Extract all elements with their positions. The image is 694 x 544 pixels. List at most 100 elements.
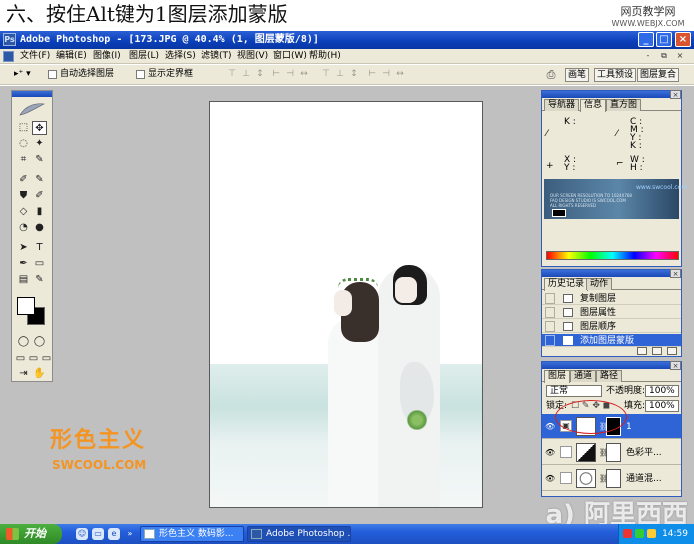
quicklaunch-more-icon[interactable]: » xyxy=(124,528,136,540)
navigator-thumbnail[interactable]: OUR SCREEN RESOLUTION TO 1024X768 FAQ DE… xyxy=(544,179,687,219)
document-minimize-button[interactable]: - xyxy=(642,50,654,62)
distribute-vcenter-icon[interactable]: ⊥ xyxy=(334,69,346,80)
tab-layer-comps[interactable]: 图层复合 xyxy=(637,68,680,82)
history-item[interactable]: 复制图层 xyxy=(542,292,681,305)
feather-logo-icon[interactable] xyxy=(18,101,46,117)
blend-mode-select[interactable]: 正常 xyxy=(546,385,602,397)
tray-antivirus-icon[interactable] xyxy=(623,529,632,538)
distribute-top-icon[interactable]: ⊤ xyxy=(320,69,332,80)
eye-icon[interactable]: 👁 xyxy=(545,474,557,483)
eyedropper-tool-icon[interactable]: ✎ xyxy=(32,273,47,287)
eraser-tool-icon[interactable]: ◇ xyxy=(16,205,31,219)
opacity-input[interactable]: 100% xyxy=(645,385,679,397)
marquee-tool-icon[interactable]: ⬚ xyxy=(16,121,31,135)
panel-header[interactable]: × xyxy=(542,90,681,99)
foreground-color-swatch[interactable] xyxy=(17,297,35,315)
gradient-tool-icon[interactable]: ▮ xyxy=(32,205,47,219)
hand-zoom-tool-icon[interactable]: ✋ xyxy=(32,367,47,381)
align-left-icon[interactable]: ⊢ xyxy=(270,69,282,80)
align-right-icon[interactable]: ↔ xyxy=(298,69,310,80)
history-item[interactable]: 图层顺序 xyxy=(542,320,681,333)
document-canvas[interactable] xyxy=(209,101,483,508)
history-item-selected[interactable]: 添加图层蒙版 xyxy=(542,334,681,347)
history-source-box[interactable] xyxy=(545,293,555,304)
minimize-button[interactable]: _ xyxy=(638,32,654,47)
menu-help[interactable]: 帮助(H) xyxy=(309,50,341,63)
standard-mode-icon[interactable]: ◯ xyxy=(16,335,31,349)
tab-navigator[interactable]: 导航器 xyxy=(544,99,580,111)
menu-layer[interactable]: 图层(L) xyxy=(129,50,159,63)
show-bounds-checkbox[interactable] xyxy=(136,70,145,79)
blur-tool-icon[interactable]: ◔ xyxy=(16,221,31,235)
tab-brushes[interactable]: 画笔 xyxy=(565,68,590,82)
tab-layers[interactable]: 图层 xyxy=(544,370,571,383)
menu-view[interactable]: 视图(V) xyxy=(237,50,268,63)
tab-histogram[interactable]: 直方图 xyxy=(606,99,642,111)
menu-edit[interactable]: 编辑(E) xyxy=(56,50,87,63)
align-bottom-icon[interactable]: ↕ xyxy=(254,69,266,80)
eye-icon[interactable]: 👁 xyxy=(545,448,557,457)
move-tool-icon[interactable]: ✥ xyxy=(32,121,47,135)
align-top-icon[interactable]: ⊤ xyxy=(226,69,238,80)
path-selection-icon[interactable]: ➤ xyxy=(16,241,31,255)
distribute-bottom-icon[interactable]: ↕ xyxy=(348,69,360,80)
close-button[interactable]: × xyxy=(675,32,691,47)
distribute-left-icon[interactable]: ⊢ xyxy=(366,69,378,80)
history-source-box[interactable] xyxy=(545,307,555,318)
task-browser[interactable]: 形色主义 数码影... xyxy=(140,526,244,542)
crop-tool-icon[interactable]: ⌗ xyxy=(16,153,31,167)
healing-brush-icon[interactable]: ✐ xyxy=(16,173,31,187)
history-source-box[interactable] xyxy=(545,335,555,346)
eye-icon[interactable]: 👁 xyxy=(545,422,557,431)
layer-mask-thumbnail[interactable] xyxy=(606,469,621,488)
quick-mask-mode-icon[interactable]: ◯ xyxy=(32,335,47,349)
maximize-button[interactable]: □ xyxy=(656,32,672,47)
align-hcenter-icon[interactable]: ⊣ xyxy=(284,69,296,80)
panel-header[interactable]: × xyxy=(542,361,681,370)
shape-tool-icon[interactable]: ▭ xyxy=(32,257,47,271)
layer-mask-thumbnail[interactable] xyxy=(606,443,621,462)
tab-paths[interactable]: 路径 xyxy=(596,370,623,382)
menu-file[interactable]: 文件(F) xyxy=(20,50,50,63)
start-button[interactable]: 开始 xyxy=(0,524,62,544)
document-close-button[interactable]: × xyxy=(674,50,686,62)
menu-image[interactable]: 图像(I) xyxy=(93,50,121,63)
fill-input[interactable]: 100% xyxy=(645,400,679,412)
document-restore-button[interactable]: ⧉ xyxy=(658,50,670,62)
align-vcenter-icon[interactable]: ⊥ xyxy=(240,69,252,80)
full-screen-mode-icon[interactable]: ▭ xyxy=(39,352,54,366)
type-tool-icon[interactable]: T xyxy=(32,241,47,255)
lasso-tool-icon[interactable]: ◌ xyxy=(16,137,31,151)
quicklaunch-messenger-icon[interactable]: ☺ xyxy=(76,528,88,540)
tab-info[interactable]: 信息 xyxy=(580,99,607,112)
tab-channels[interactable]: 通道 xyxy=(570,370,597,382)
distribute-right-icon[interactable]: ↔ xyxy=(394,69,406,80)
dodge-tool-icon[interactable]: ● xyxy=(32,221,47,235)
clone-stamp-icon[interactable]: ⛊ xyxy=(16,189,31,203)
auto-select-checkbox[interactable] xyxy=(48,70,57,79)
panel-header[interactable]: × xyxy=(542,269,681,278)
brush-tool-icon[interactable]: ✎ xyxy=(32,173,47,187)
clock[interactable]: 14:59 xyxy=(662,527,688,541)
pen-tool-icon[interactable]: ✒ xyxy=(16,257,31,271)
notes-tool-icon[interactable]: ▤ xyxy=(16,273,31,287)
menu-select[interactable]: 选择(S) xyxy=(165,50,196,63)
magic-wand-tool-icon[interactable]: ✦ xyxy=(32,137,47,151)
layer-row[interactable]: 👁 ⛓ 色彩平... xyxy=(542,440,681,465)
history-source-box[interactable] xyxy=(545,321,555,332)
new-snapshot-icon[interactable] xyxy=(637,347,647,355)
color-spectrum-bar[interactable] xyxy=(546,251,679,260)
menu-window[interactable]: 窗口(W) xyxy=(273,50,307,63)
history-brush-icon[interactable]: ✐ xyxy=(32,189,47,203)
quicklaunch-desktop-icon[interactable]: ▭ xyxy=(92,528,104,540)
tab-tool-presets[interactable]: 工具预设 xyxy=(594,68,637,82)
tray-network-icon[interactable] xyxy=(635,529,644,538)
layer-row[interactable]: 👁 ⛓ 通道混... xyxy=(542,466,681,491)
new-document-icon[interactable] xyxy=(652,347,662,355)
trash-icon[interactable] xyxy=(667,347,677,355)
tray-volume-icon[interactable] xyxy=(647,529,656,538)
slice-tool-icon[interactable]: ✎ xyxy=(32,153,47,167)
tab-history[interactable]: 历史记录 xyxy=(544,278,589,291)
toolbox-header[interactable] xyxy=(12,91,52,97)
history-item[interactable]: 图层属性 xyxy=(542,306,681,319)
